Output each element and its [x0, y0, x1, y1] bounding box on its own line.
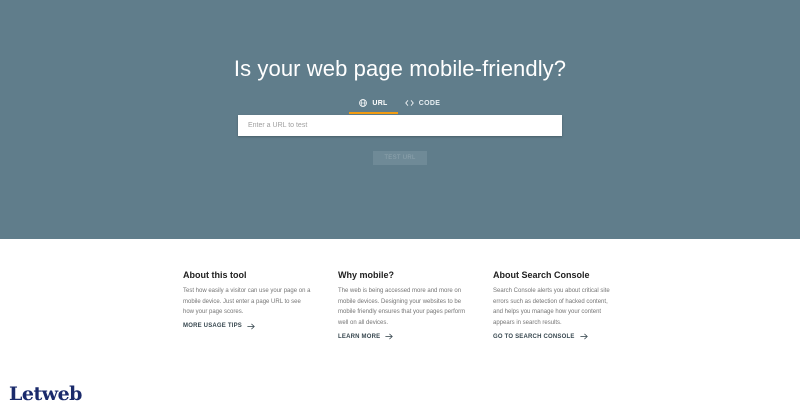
- arrow-right-icon: [579, 333, 588, 340]
- tab-url[interactable]: URL: [349, 94, 398, 114]
- search-console-text: Search Console alerts you about critical…: [493, 288, 610, 326]
- tab-code[interactable]: CODE: [398, 94, 447, 112]
- go-to-search-console-link[interactable]: GO TO SEARCH CONSOLE: [493, 333, 618, 340]
- about-tool-text: Test how easily a visitor can use your p…: [183, 288, 311, 315]
- more-usage-tips-link[interactable]: MORE USAGE TIPS: [183, 323, 313, 330]
- arrow-right-icon: [247, 323, 255, 330]
- why-mobile-section: Why mobile? The web is being accessed mo…: [338, 270, 468, 340]
- go-to-search-console-label: GO TO SEARCH CONSOLE: [493, 333, 575, 340]
- learn-more-link[interactable]: LEARN MORE: [338, 333, 468, 340]
- test-url-button[interactable]: TEST URL: [373, 151, 427, 165]
- hero-section: Is your web page mobile-friendly? URL CO…: [0, 0, 800, 239]
- about-tool-section: About this tool Test how easily a visito…: [183, 270, 313, 330]
- code-icon: [404, 99, 414, 107]
- arrow-right-icon: [385, 333, 394, 340]
- tab-url-label: URL: [372, 99, 388, 107]
- globe-icon: [359, 99, 368, 107]
- letweb-watermark-logo: Letweb: [9, 383, 82, 405]
- page-title: Is your web page mobile-friendly?: [233, 56, 567, 81]
- tab-code-label: CODE: [418, 99, 441, 107]
- why-mobile-text: The web is being accessed more and more …: [338, 288, 466, 326]
- search-console-section: About Search Console Search Console aler…: [493, 270, 618, 340]
- learn-more-label: LEARN MORE: [338, 333, 381, 340]
- why-mobile-heading: Why mobile?: [338, 270, 394, 280]
- about-tool-heading: About this tool: [183, 270, 247, 280]
- more-usage-tips-label: MORE USAGE TIPS: [183, 323, 243, 329]
- input-mode-tabs: URL CODE: [349, 94, 447, 114]
- url-input[interactable]: [238, 115, 562, 136]
- search-console-heading: About Search Console: [493, 270, 590, 280]
